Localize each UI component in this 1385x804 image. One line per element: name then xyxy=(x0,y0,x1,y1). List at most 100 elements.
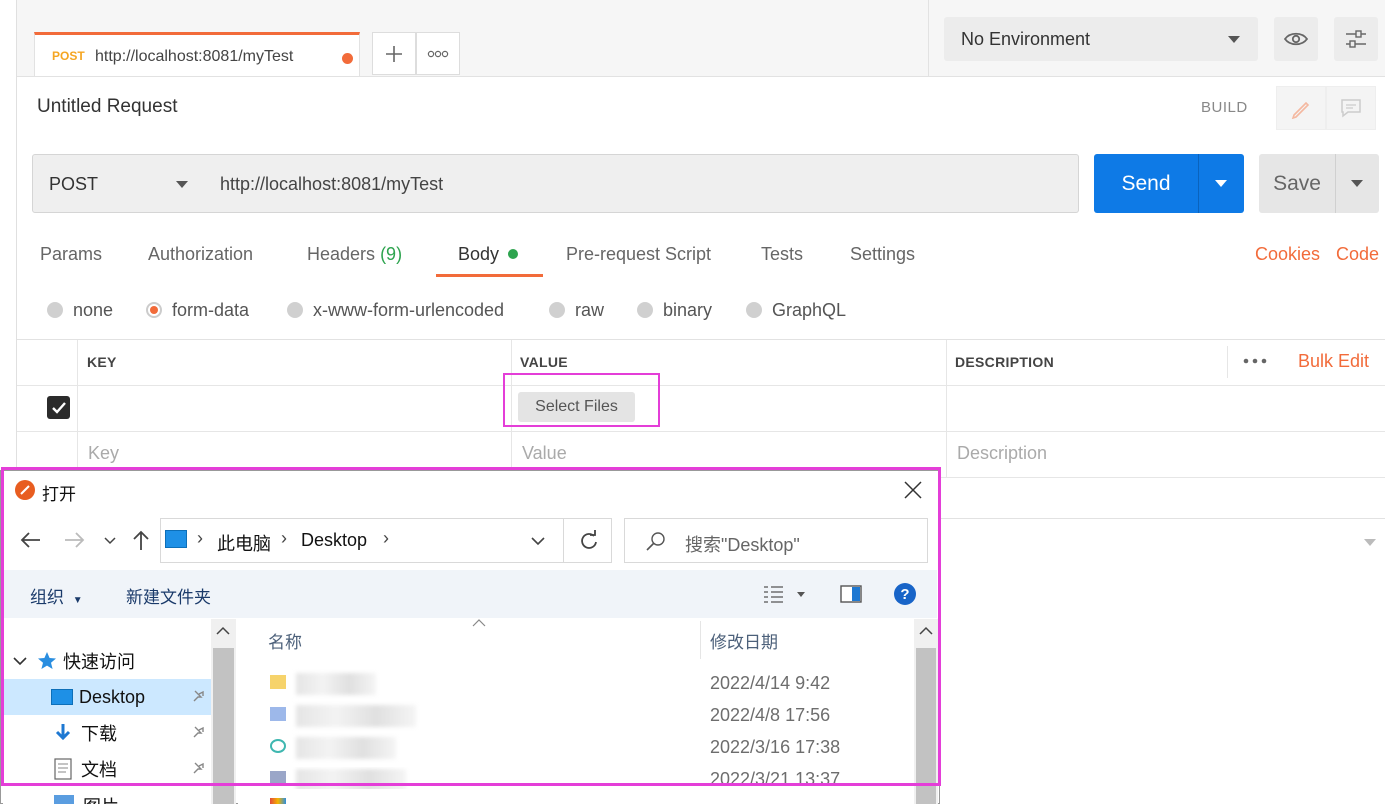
nav-downloads[interactable]: 下载 xyxy=(3,715,211,751)
request-tab[interactable]: POST http://localhost:8081/myTest xyxy=(34,32,360,76)
tab-headers[interactable]: Headers (9) xyxy=(307,244,402,265)
column-header-name[interactable]: 名称 xyxy=(268,628,302,653)
manage-environments-button[interactable] xyxy=(1334,17,1378,61)
nav-quick-access[interactable]: 快速访问 xyxy=(3,643,211,679)
send-options-button[interactable] xyxy=(1198,154,1244,213)
url-input[interactable]: http://localhost:8081/myTest xyxy=(205,154,1079,213)
preview-pane-button[interactable] xyxy=(840,585,862,608)
scroll-up-icon[interactable] xyxy=(216,626,230,636)
row-enabled-checkbox[interactable] xyxy=(47,396,70,419)
help-button[interactable]: ? xyxy=(893,582,917,611)
nav-pictures[interactable]: 图片 xyxy=(3,787,211,804)
radio-form-data[interactable]: form-data xyxy=(146,299,249,321)
chevron-down-icon xyxy=(104,537,116,545)
new-tab-button[interactable] xyxy=(372,32,416,75)
breadcrumb-desktop[interactable]: Desktop xyxy=(301,530,367,551)
computer-icon xyxy=(165,530,187,548)
file-row[interactable] xyxy=(268,767,688,789)
divider xyxy=(700,621,701,659)
nav-documents[interactable]: 文档 xyxy=(3,751,211,787)
tab-body[interactable]: Body xyxy=(458,244,519,265)
column-header-key: KEY xyxy=(87,354,117,370)
edit-button[interactable] xyxy=(1276,86,1326,130)
table-options-button[interactable] xyxy=(1242,349,1268,378)
star-icon xyxy=(38,652,56,669)
scrollbar-thumb[interactable] xyxy=(916,648,936,804)
comment-icon xyxy=(1341,99,1361,118)
method-selected: POST xyxy=(49,174,99,194)
back-button[interactable] xyxy=(18,528,42,558)
column-header-value: VALUE xyxy=(520,354,568,370)
scrollbar-thumb[interactable] xyxy=(213,648,234,804)
radio-binary[interactable]: binary xyxy=(637,299,712,321)
dialog-close-button[interactable] xyxy=(902,478,924,508)
organize-button[interactable]: 组织 ▼ xyxy=(30,583,83,608)
breadcrumb-this-pc[interactable]: 此电脑 xyxy=(217,530,271,556)
svg-text:?: ? xyxy=(900,586,909,603)
tab-authorization[interactable]: Authorization xyxy=(148,244,253,265)
request-title[interactable]: Untitled Request xyxy=(37,96,177,118)
comments-button[interactable] xyxy=(1326,86,1376,130)
forward-button[interactable] xyxy=(63,528,87,558)
close-icon xyxy=(904,481,922,499)
pictures-icon xyxy=(54,795,74,804)
radio-label: binary xyxy=(663,299,713,320)
address-bar[interactable]: › 此电脑 › Desktop › xyxy=(160,518,612,563)
nav-desktop[interactable]: Desktop xyxy=(3,679,211,715)
recent-locations-button[interactable] xyxy=(103,528,117,558)
file-row[interactable] xyxy=(268,671,688,699)
build-mode-label: BUILD xyxy=(1201,99,1248,116)
radio-label: none xyxy=(73,299,114,320)
cookies-link[interactable]: Cookies xyxy=(1255,244,1320,265)
radio-graphql[interactable]: GraphQL xyxy=(746,299,846,321)
bulk-edit-link[interactable]: Bulk Edit xyxy=(1298,351,1369,372)
save-button[interactable]: Save xyxy=(1259,154,1335,213)
headers-count: (9) xyxy=(380,244,403,264)
view-options-button[interactable] xyxy=(763,584,809,609)
file-icon xyxy=(270,771,286,785)
column-header-modified[interactable]: 修改日期 xyxy=(710,628,778,653)
chevron-down-icon xyxy=(176,181,188,188)
up-button[interactable] xyxy=(129,528,153,558)
refresh-button[interactable] xyxy=(563,518,612,563)
environment-select[interactable]: No Environment xyxy=(944,17,1258,61)
tab-options-button[interactable] xyxy=(416,32,460,75)
new-folder-button[interactable]: 新建文件夹 xyxy=(126,583,211,608)
divider xyxy=(17,385,1385,386)
method-select[interactable]: POST xyxy=(32,154,206,213)
key-input[interactable]: Key xyxy=(88,443,119,464)
tab-tests[interactable]: Tests xyxy=(761,244,803,265)
more-options-icon xyxy=(427,50,449,57)
file-row[interactable] xyxy=(268,735,688,763)
tab-pre-request-script[interactable]: Pre-request Script xyxy=(566,244,711,265)
radio-none[interactable]: none xyxy=(47,299,113,321)
arrow-left-icon xyxy=(20,532,40,548)
description-input[interactable]: Description xyxy=(957,443,1047,464)
tab-settings[interactable]: Settings xyxy=(850,244,915,265)
nav-label: 图片 xyxy=(83,793,119,804)
send-button[interactable]: Send xyxy=(1094,154,1198,213)
code-link[interactable]: Code xyxy=(1336,244,1379,265)
chevron-down-icon xyxy=(1228,36,1240,43)
tab-params[interactable]: Params xyxy=(40,244,102,265)
details-view-icon xyxy=(764,586,805,603)
response-expand-icon[interactable] xyxy=(1364,539,1376,546)
chevron-down-icon[interactable] xyxy=(531,535,545,547)
search-input[interactable]: 搜索"Desktop" xyxy=(624,518,928,563)
radio-circle xyxy=(549,302,565,318)
radio-raw[interactable]: raw xyxy=(549,299,604,321)
radio-x-www-form-urlencoded[interactable]: x-www-form-urlencoded xyxy=(287,299,504,321)
pencil-icon xyxy=(1291,101,1310,119)
checkmark-icon xyxy=(51,401,66,414)
request-tab-url: http://localhost:8081/myTest xyxy=(95,48,294,65)
file-row[interactable] xyxy=(268,703,688,731)
radio-label: raw xyxy=(575,299,605,320)
save-options-button[interactable] xyxy=(1335,154,1379,213)
help-icon: ? xyxy=(894,583,916,605)
scroll-up-icon[interactable] xyxy=(919,626,933,636)
value-input[interactable]: Value xyxy=(522,443,567,464)
search-icon xyxy=(646,532,665,551)
desktop-icon xyxy=(51,689,73,705)
nav-label: 快速访问 xyxy=(63,652,135,672)
environment-quick-look-button[interactable] xyxy=(1274,17,1318,61)
